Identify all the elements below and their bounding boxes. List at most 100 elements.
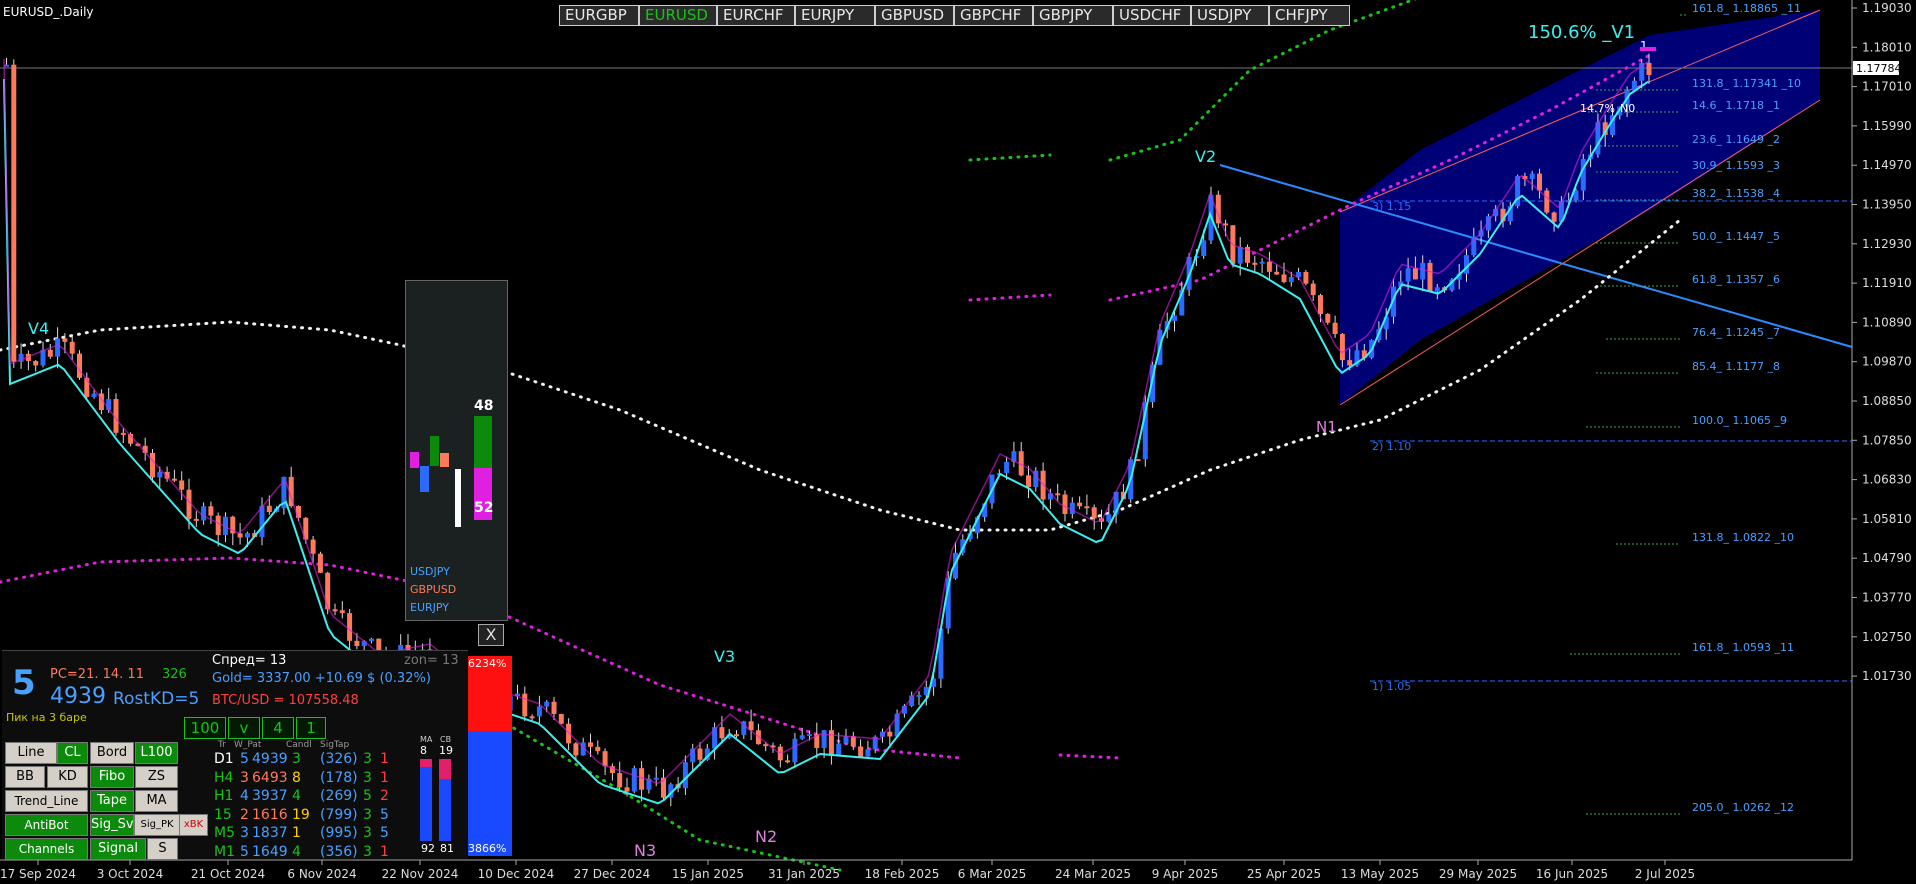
candle-body bbox=[62, 338, 68, 342]
symbol-tab-eurjpy[interactable]: EURJPY bbox=[795, 5, 875, 26]
candle-body bbox=[244, 533, 250, 538]
candle-body bbox=[179, 480, 185, 490]
candle-body bbox=[697, 748, 703, 760]
symbol-tab-usdjpy[interactable]: USDJPY bbox=[1191, 5, 1269, 26]
candle-body bbox=[1434, 287, 1440, 292]
candle-body bbox=[1281, 274, 1287, 283]
ma-bar-top bbox=[420, 759, 432, 767]
envelope-top bbox=[968, 153, 1052, 162]
currency-strength-panel: 48 52 USDJPY GBPUSD EURJPY bbox=[405, 280, 508, 621]
price-tick-label: 1.06830 bbox=[1862, 473, 1912, 487]
price-tick-label: 1.19030 bbox=[1862, 1, 1912, 15]
table-cell-tf: H4 bbox=[214, 769, 234, 786]
line-button[interactable]: Line bbox=[5, 742, 57, 764]
channel-level-label: 1) 1.05 bbox=[1372, 680, 1411, 693]
candle-body bbox=[1274, 271, 1280, 275]
table-cell-c: (356) bbox=[320, 843, 358, 860]
candle-body bbox=[544, 701, 550, 707]
candle-body bbox=[865, 749, 871, 757]
strength-bar bbox=[420, 466, 429, 492]
candle-body bbox=[215, 515, 221, 535]
signal-button[interactable]: Signal bbox=[90, 838, 146, 860]
time-tick-label: 17 Sep 2024 bbox=[0, 867, 76, 881]
cl-button[interactable]: CL bbox=[57, 742, 88, 764]
close-button[interactable]: X bbox=[478, 624, 504, 646]
bb-button[interactable]: BB bbox=[5, 766, 45, 788]
table-cell-p: 19 bbox=[292, 806, 310, 823]
symbol-tab-gbpusd[interactable]: GBPUSD bbox=[875, 5, 954, 26]
price-tick-label: 1.10890 bbox=[1862, 315, 1912, 329]
wave-label-n0: N0 bbox=[1620, 102, 1635, 115]
candle-body bbox=[1551, 212, 1557, 222]
table-cell-s1: 3 bbox=[363, 843, 372, 860]
table-cell-tf: H1 bbox=[214, 788, 234, 804]
symbol-tab-eurusd[interactable]: EURUSD bbox=[639, 5, 717, 26]
table-header: Tr bbox=[218, 740, 226, 750]
strength-bottom-value: 52 bbox=[474, 500, 494, 516]
wave-label-v3: V3 bbox=[714, 647, 735, 666]
symbol-tab-chfjpy[interactable]: CHFJPY bbox=[1269, 5, 1350, 26]
candle-body bbox=[1004, 461, 1010, 474]
s-button[interactable]: S bbox=[147, 838, 178, 860]
pc-label: PC=21. 14. 11 bbox=[50, 667, 144, 682]
toggle-button[interactable]: 4 bbox=[262, 717, 294, 739]
sig-sv-button[interactable]: Sig_Sv bbox=[90, 814, 134, 836]
symbol-tab-gbpjpy[interactable]: GBPJPY bbox=[1033, 5, 1113, 26]
symbol-tab-usdchf[interactable]: USDCHF bbox=[1113, 5, 1191, 26]
symbol-tab-eurgbp[interactable]: EURGBP bbox=[559, 5, 639, 26]
table-cell-p: 1 bbox=[292, 825, 301, 841]
price-tick-label: 1.03770 bbox=[1862, 591, 1912, 605]
table-cell-p: 4 bbox=[292, 788, 301, 804]
toggle-button[interactable]: 1 bbox=[296, 717, 326, 739]
candle-body bbox=[1318, 295, 1323, 314]
candle-body bbox=[653, 777, 659, 780]
price-tick-label: 1.17010 bbox=[1862, 80, 1912, 94]
table-cell-tr: 3 bbox=[240, 825, 249, 841]
bord-button[interactable]: Bord bbox=[90, 742, 134, 764]
pair-label: EURJPY bbox=[410, 601, 449, 614]
zs-button[interactable]: ZS bbox=[135, 766, 178, 788]
table-cell-w: 4939 bbox=[252, 751, 288, 767]
xbk-button[interactable]: xBK bbox=[179, 814, 208, 836]
candle-body bbox=[734, 734, 739, 737]
price-tick-label: 1.15990 bbox=[1862, 119, 1912, 133]
table-cell-w: 1649 bbox=[252, 843, 288, 860]
price-tick-label: 1.01730 bbox=[1862, 669, 1912, 683]
ma-value: 8 bbox=[420, 744, 427, 757]
table-cell-p: 8 bbox=[292, 769, 301, 786]
symbol-tab-gbpchf[interactable]: GBPCHF bbox=[954, 5, 1033, 26]
candle-body bbox=[266, 505, 272, 513]
fibo-button[interactable]: Fibo bbox=[90, 766, 134, 788]
wave-label-n2: N2 bbox=[755, 827, 777, 846]
table-cell-s2: 5 bbox=[380, 806, 389, 823]
candle-body bbox=[339, 610, 345, 614]
candle-body bbox=[91, 393, 97, 397]
candle-body bbox=[828, 730, 834, 756]
fib-level-label: 14.6_ 1.1718 _1 bbox=[1692, 99, 1780, 112]
candle-body bbox=[1259, 261, 1265, 264]
table-cell-w: 1837 bbox=[252, 825, 288, 841]
trend-line-button[interactable]: Trend_Line bbox=[5, 790, 88, 812]
symbol-tab-eurchf[interactable]: EURCHF bbox=[717, 5, 795, 26]
toggle-button[interactable]: 100 bbox=[184, 717, 226, 739]
candle-body bbox=[1529, 173, 1535, 180]
candle-body bbox=[1412, 268, 1418, 280]
candle-body bbox=[573, 743, 579, 756]
time-tick-label: 18 Feb 2025 bbox=[865, 867, 940, 881]
wave-label-pct: 14.7% bbox=[1580, 102, 1615, 115]
l100-button[interactable]: L100 bbox=[135, 742, 178, 764]
candle-body bbox=[157, 471, 163, 478]
tape-button[interactable]: Tape bbox=[90, 790, 134, 812]
kd-button[interactable]: KD bbox=[47, 766, 88, 788]
channels-button[interactable]: Channels bbox=[5, 838, 88, 860]
ma-button[interactable]: MA bbox=[135, 790, 178, 812]
table-cell-s1: 5 bbox=[363, 788, 372, 804]
table-header: SigTap bbox=[320, 740, 350, 750]
candle-body bbox=[77, 353, 82, 378]
candle-body bbox=[850, 736, 856, 747]
antibot-button[interactable]: AntiBot bbox=[5, 814, 88, 836]
sig-pk-button[interactable]: Sig_PK bbox=[134, 814, 180, 836]
price-channel-fill bbox=[1340, 10, 1820, 405]
candle-body bbox=[208, 506, 214, 516]
toggle-button[interactable]: v bbox=[228, 717, 260, 739]
